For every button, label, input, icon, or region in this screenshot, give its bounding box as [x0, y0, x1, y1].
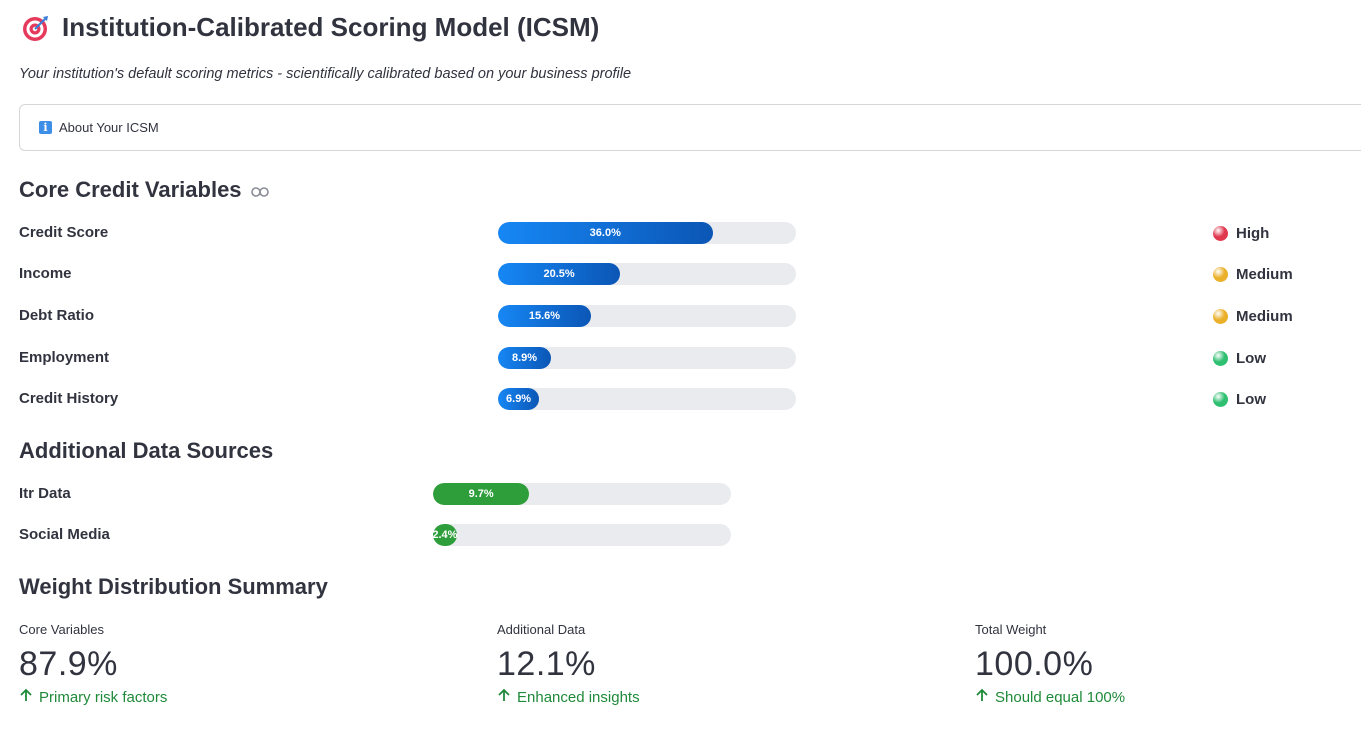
- impact-indicator: High: [1213, 225, 1269, 242]
- weight-bar-fill: 15.6%: [498, 305, 591, 327]
- metric-delta-text: Primary risk factors: [39, 688, 168, 706]
- impact-dot-icon: [1213, 309, 1228, 324]
- expander-label: About Your ICSM: [59, 120, 159, 135]
- weight-bar-fill: 2.4%: [433, 524, 457, 546]
- additional-sources-heading: Additional Data Sources: [19, 438, 274, 463]
- metric-total-weight: Total Weight 100.0% Should equal 100%: [975, 622, 1125, 706]
- weight-bar-track: 15.6%: [498, 305, 796, 327]
- core-variables-title: Core Credit Variables: [19, 177, 242, 202]
- arrow-up-icon: [19, 688, 33, 706]
- about-icsm-expander[interactable]: i About Your ICSM: [19, 104, 1361, 151]
- impact-indicator: Low: [1213, 391, 1266, 408]
- metric-additional-data: Additional Data 12.1% Enhanced insights: [497, 622, 640, 706]
- weight-bar-track: 36.0%: [498, 222, 796, 244]
- impact-indicator: Low: [1213, 350, 1266, 367]
- metric-label: Additional Data: [497, 622, 586, 637]
- weight-bar-fill: 20.5%: [498, 263, 621, 285]
- metric-value: 12.1%: [497, 645, 596, 683]
- impact-dot-icon: [1213, 392, 1228, 407]
- core-variable-label: Credit History: [19, 390, 119, 407]
- summary-heading: Weight Distribution Summary: [19, 574, 328, 599]
- metric-core-variables: Core Variables 87.9% Primary risk factor…: [19, 622, 167, 706]
- weight-bar-fill: 6.9%: [498, 388, 540, 410]
- arrow-up-icon: [497, 688, 511, 706]
- page-header: Institution-Calibrated Scoring Model (IC…: [20, 12, 599, 43]
- page-subtitle: Your institution's default scoring metri…: [19, 66, 632, 82]
- additional-source-label: Social Media: [19, 526, 110, 543]
- arrow-up-icon: [975, 688, 989, 706]
- metric-value: 100.0%: [975, 645, 1094, 683]
- impact-label: Low: [1236, 350, 1266, 367]
- core-variable-label: Credit Score: [19, 224, 109, 241]
- weight-bar-fill: 8.9%: [498, 347, 552, 369]
- metric-delta: Should equal 100%: [975, 688, 1125, 706]
- impact-dot-icon: [1213, 351, 1228, 366]
- metric-delta-text: Enhanced insights: [517, 688, 640, 706]
- core-variable-label: Debt Ratio: [19, 307, 94, 324]
- target-icon: [20, 13, 50, 43]
- weight-bar-fill: 9.7%: [433, 483, 530, 505]
- weight-bar-track: 6.9%: [498, 388, 796, 410]
- weight-bar-track: 8.9%: [498, 347, 796, 369]
- weight-bar-track: 20.5%: [498, 263, 796, 285]
- metric-label: Core Variables: [19, 622, 105, 637]
- metric-delta-text: Should equal 100%: [995, 688, 1126, 706]
- metric-delta: Enhanced insights: [497, 688, 640, 706]
- impact-indicator: Medium: [1213, 308, 1293, 325]
- impact-label: Medium: [1236, 266, 1293, 283]
- link-icon[interactable]: [250, 177, 269, 203]
- page-title: Institution-Calibrated Scoring Model (IC…: [62, 12, 600, 42]
- additional-source-label: Itr Data: [19, 485, 71, 502]
- impact-label: Low: [1236, 391, 1266, 408]
- impact-indicator: Medium: [1213, 266, 1293, 283]
- info-icon: i: [39, 121, 52, 134]
- metric-value: 87.9%: [19, 645, 118, 683]
- metric-delta: Primary risk factors: [19, 688, 167, 706]
- impact-label: Medium: [1236, 308, 1293, 325]
- impact-dot-icon: [1213, 267, 1228, 282]
- metric-label: Total Weight: [975, 622, 1047, 637]
- weight-bar-fill: 36.0%: [498, 222, 713, 244]
- core-variables-heading: Core Credit Variables: [19, 177, 269, 203]
- core-variable-label: Employment: [19, 349, 110, 366]
- weight-bar-track: 2.4%: [433, 524, 731, 546]
- weight-bar-track: 9.7%: [433, 483, 731, 505]
- impact-dot-icon: [1213, 226, 1228, 241]
- core-variable-label: Income: [19, 265, 72, 282]
- impact-label: High: [1236, 225, 1270, 242]
